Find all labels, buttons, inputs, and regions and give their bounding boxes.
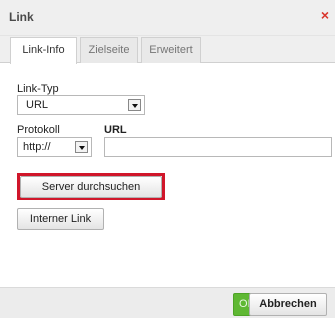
server-browse-button[interactable]: Server durchsuchen — [20, 176, 162, 198]
link-type-select[interactable]: URL — [17, 95, 145, 115]
protocol-select[interactable]: http:// — [17, 137, 92, 157]
tab-link-info[interactable]: Link-Info — [10, 37, 77, 64]
tab-erweitert[interactable]: Erweitert — [141, 37, 201, 63]
chevron-down-icon — [128, 99, 141, 111]
url-input[interactable] — [104, 137, 332, 157]
tab-bar: Link-Info Zielseite Erweitert — [0, 36, 335, 64]
dialog-titlebar: Link × — [0, 0, 335, 36]
cancel-button[interactable]: Abbrechen — [249, 293, 327, 316]
link-type-value: URL — [26, 99, 49, 111]
chevron-down-icon — [75, 141, 88, 153]
internal-link-button[interactable]: Interner Link — [17, 208, 104, 230]
url-label: URL — [104, 124, 127, 136]
protocol-value: http:// — [23, 141, 51, 153]
dialog-title: Link — [9, 10, 34, 24]
link-type-label: Link-Typ — [17, 83, 59, 95]
tab-zielseite[interactable]: Zielseite — [80, 37, 138, 63]
close-icon[interactable]: × — [319, 8, 331, 22]
protocol-label: Protokoll — [17, 124, 60, 136]
dialog-footer: OK Abbrechen — [0, 287, 335, 318]
link-dialog: Link × Link-Info Zielseite Erweitert Lin… — [0, 0, 335, 318]
